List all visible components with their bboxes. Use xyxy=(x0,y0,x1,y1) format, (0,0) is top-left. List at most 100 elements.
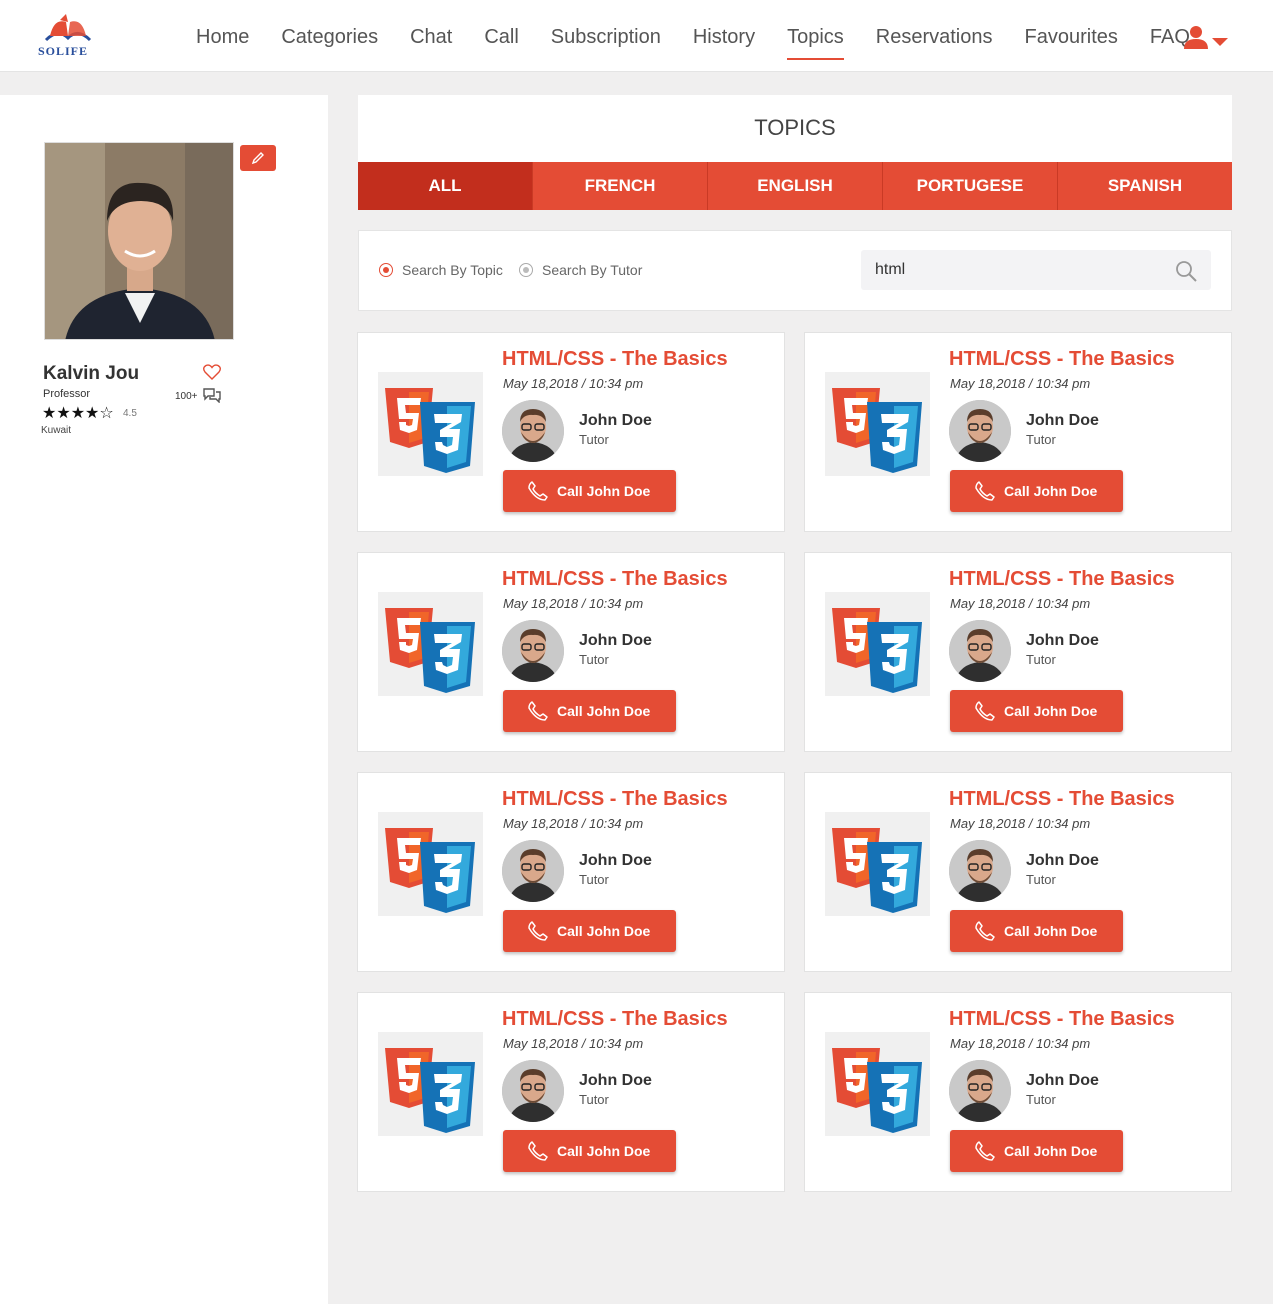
logo-text: SOLIFE xyxy=(38,44,89,58)
phone-icon xyxy=(528,701,548,721)
nav-subscription[interactable]: Subscription xyxy=(551,0,661,72)
call-tutor-button[interactable]: Call John Doe xyxy=(503,1130,676,1172)
radio-label: Search By Tutor xyxy=(542,262,643,278)
tutor-name: John Doe xyxy=(1026,632,1099,649)
tutor-avatar xyxy=(949,620,1011,682)
call-button-label: Call John Doe xyxy=(1004,923,1098,939)
nav-chat[interactable]: Chat xyxy=(410,0,452,72)
topic-thumbnail xyxy=(378,812,483,916)
book-logo-icon xyxy=(44,14,92,42)
topic-thumbnail xyxy=(378,372,483,476)
tutor-avatar xyxy=(949,1060,1011,1122)
topic-thumbnail xyxy=(825,1032,930,1136)
heart-icon xyxy=(203,364,221,380)
topic-thumbnail xyxy=(378,592,483,696)
search-button[interactable] xyxy=(1174,259,1198,283)
topic-card[interactable]: HTML/CSS - The Basics May 18,2018 / 10:3… xyxy=(357,552,785,752)
edit-profile-button[interactable] xyxy=(240,145,276,171)
topic-card[interactable]: HTML/CSS - The Basics May 18,2018 / 10:3… xyxy=(804,332,1232,532)
topic-card[interactable]: HTML/CSS - The Basics May 18,2018 / 10:3… xyxy=(804,772,1232,972)
topic-title[interactable]: HTML/CSS - The Basics xyxy=(949,348,1175,371)
chat-button[interactable] xyxy=(202,387,222,404)
phone-icon xyxy=(528,1141,548,1161)
call-tutor-button[interactable]: Call John Doe xyxy=(503,910,676,952)
call-tutor-button[interactable]: Call John Doe xyxy=(950,470,1123,512)
search-panel: Search By Topic Search By Tutor xyxy=(358,230,1232,311)
call-tutor-button[interactable]: Call John Doe xyxy=(503,690,676,732)
phone-icon xyxy=(528,481,548,501)
topic-date: May 18,2018 / 10:34 pm xyxy=(503,376,644,391)
tutor-name: John Doe xyxy=(1026,412,1099,429)
tutor-avatar xyxy=(502,840,564,902)
topic-title[interactable]: HTML/CSS - The Basics xyxy=(502,348,728,371)
topic-date: May 18,2018 / 10:34 pm xyxy=(503,596,644,611)
html5-css3-icon xyxy=(832,828,922,913)
phone-icon xyxy=(975,701,995,721)
call-button-label: Call John Doe xyxy=(1004,1143,1098,1159)
tutor-role: Tutor xyxy=(1026,432,1056,447)
tutor-role: Tutor xyxy=(1026,872,1056,887)
html5-css3-icon xyxy=(385,388,475,473)
topic-card[interactable]: HTML/CSS - The Basics May 18,2018 / 10:3… xyxy=(357,772,785,972)
profile-sidebar: Kalvin Jou Professor ★★★★☆ 4.5 Kuwait 10… xyxy=(0,95,328,1304)
topic-title[interactable]: HTML/CSS - The Basics xyxy=(502,1008,728,1031)
phone-icon xyxy=(975,481,995,501)
topic-thumbnail xyxy=(825,812,930,916)
tutor-name: John Doe xyxy=(579,852,652,869)
radio-search-by-topic[interactable]: Search By Topic xyxy=(379,262,503,278)
nav-reservations[interactable]: Reservations xyxy=(876,0,993,72)
chat-count: 100+ xyxy=(175,391,198,402)
phone-icon xyxy=(975,1141,995,1161)
tutor-name: John Doe xyxy=(579,412,652,429)
top-header: SOLIFE Home Categories Chat Call Subscri… xyxy=(0,0,1273,72)
topic-thumbnail xyxy=(825,372,930,476)
topic-title[interactable]: HTML/CSS - The Basics xyxy=(502,788,728,811)
profile-photo xyxy=(44,142,234,340)
nav-categories[interactable]: Categories xyxy=(281,0,378,72)
topic-title[interactable]: HTML/CSS - The Basics xyxy=(502,568,728,591)
profile-role: Professor xyxy=(43,388,91,400)
topic-date: May 18,2018 / 10:34 pm xyxy=(950,1036,1091,1051)
nav-home[interactable]: Home xyxy=(196,0,249,72)
radio-search-by-tutor[interactable]: Search By Tutor xyxy=(519,262,642,278)
nav-topics[interactable]: Topics xyxy=(787,0,844,72)
call-button-label: Call John Doe xyxy=(557,703,651,719)
topic-card[interactable]: HTML/CSS - The Basics May 18,2018 / 10:3… xyxy=(357,332,785,532)
tab-english[interactable]: ENGLISH xyxy=(708,162,883,210)
call-tutor-button[interactable]: Call John Doe xyxy=(950,910,1123,952)
tutor-name: John Doe xyxy=(1026,1072,1099,1089)
profile-stars: ★★★★☆ xyxy=(42,405,114,422)
user-menu-button[interactable] xyxy=(1184,26,1230,50)
tab-spanish[interactable]: SPANISH xyxy=(1058,162,1232,210)
tab-portugese[interactable]: PORTUGESE xyxy=(883,162,1058,210)
html5-css3-icon xyxy=(385,608,475,693)
solife-logo[interactable]: SOLIFE xyxy=(38,14,98,60)
call-button-label: Call John Doe xyxy=(1004,703,1098,719)
tutor-role: Tutor xyxy=(579,1092,609,1107)
favourite-button[interactable] xyxy=(203,364,221,380)
tab-all[interactable]: ALL xyxy=(358,162,533,210)
html5-css3-icon xyxy=(385,828,475,913)
pencil-icon xyxy=(251,152,264,165)
topic-title[interactable]: HTML/CSS - The Basics xyxy=(949,788,1175,811)
call-tutor-button[interactable]: Call John Doe xyxy=(950,1130,1123,1172)
search-icon xyxy=(1176,261,1197,282)
tutor-name: John Doe xyxy=(579,632,652,649)
nav-call[interactable]: Call xyxy=(484,0,518,72)
tutor-role: Tutor xyxy=(579,432,609,447)
nav-history[interactable]: History xyxy=(693,0,755,72)
topic-card[interactable]: HTML/CSS - The Basics May 18,2018 / 10:3… xyxy=(804,992,1232,1192)
tutor-role: Tutor xyxy=(1026,652,1056,667)
tab-french[interactable]: FRENCH xyxy=(533,162,708,210)
topic-card[interactable]: HTML/CSS - The Basics May 18,2018 / 10:3… xyxy=(804,552,1232,752)
topic-date: May 18,2018 / 10:34 pm xyxy=(503,1036,644,1051)
topic-title[interactable]: HTML/CSS - The Basics xyxy=(949,568,1175,591)
search-input[interactable] xyxy=(861,250,1211,290)
call-tutor-button[interactable]: Call John Doe xyxy=(950,690,1123,732)
call-button-label: Call John Doe xyxy=(557,923,651,939)
nav-favourites[interactable]: Favourites xyxy=(1025,0,1118,72)
topic-card[interactable]: HTML/CSS - The Basics May 18,2018 / 10:3… xyxy=(357,992,785,1192)
call-tutor-button[interactable]: Call John Doe xyxy=(503,470,676,512)
topic-title[interactable]: HTML/CSS - The Basics xyxy=(949,1008,1175,1031)
topic-thumbnail xyxy=(825,592,930,696)
